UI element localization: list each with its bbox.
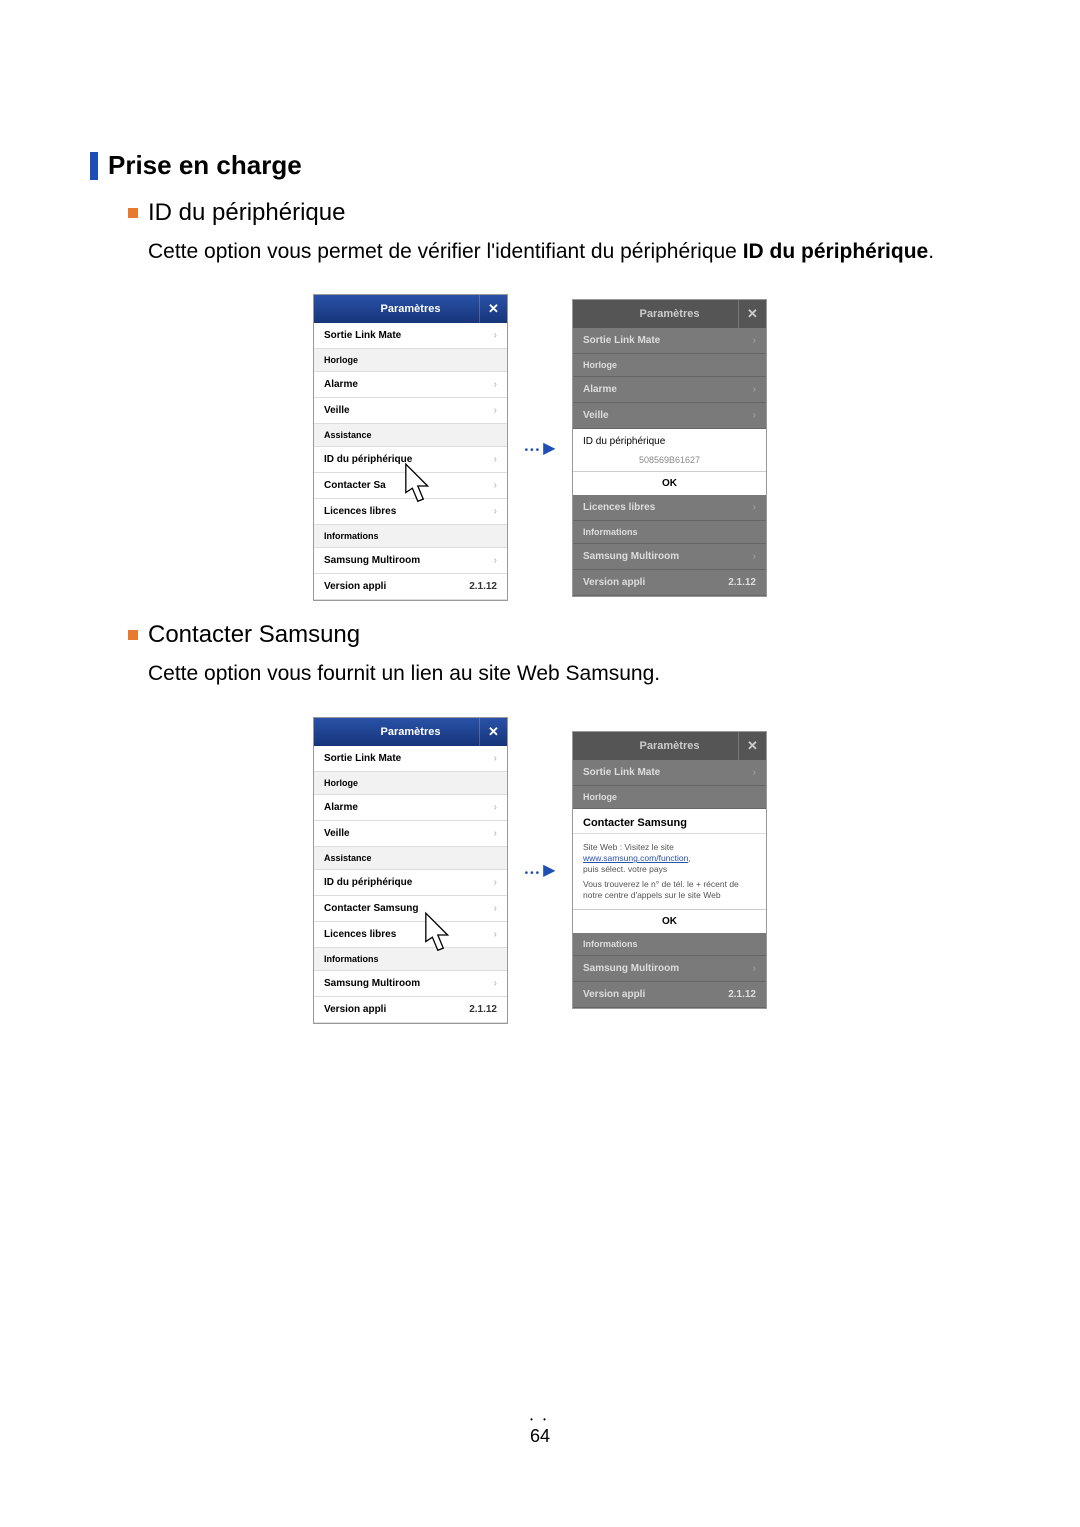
section-header-informations: Informations: [314, 948, 507, 971]
screen-header: Paramètres ✕: [314, 718, 507, 746]
screen-header: Paramètres ✕: [573, 732, 766, 760]
menu-item-licences[interactable]: Licences libres›: [314, 499, 507, 525]
menu-item-version: Version appli2.1.12: [573, 570, 766, 596]
section-header-informations: Informations: [314, 525, 507, 548]
figure-row-id: Paramètres ✕ Sortie Link Mate› Horloge A…: [90, 294, 990, 601]
chevron-right-icon: ›: [494, 480, 497, 491]
menu-item-version: Version appli2.1.12: [314, 574, 507, 600]
section-header-horloge: Horloge: [573, 354, 766, 377]
chevron-right-icon: ›: [494, 802, 497, 813]
subsection-bullet: [128, 630, 138, 640]
settings-screen-before: Paramètres ✕ Sortie Link Mate› Horloge A…: [313, 717, 508, 1024]
popup-contact-samsung: Contacter Samsung Site Web : Visitez le …: [573, 809, 766, 933]
section-header-horloge: Horloge: [573, 786, 766, 809]
transition-arrow-icon: ▶: [508, 437, 572, 458]
chevron-right-icon: ›: [494, 929, 497, 940]
chevron-right-icon: ›: [494, 454, 497, 465]
menu-item-veille: Veille›: [573, 403, 766, 429]
popup-title: ID du périphérique: [573, 429, 766, 451]
close-icon[interactable]: ✕: [479, 295, 507, 323]
section-header-informations: Informations: [573, 933, 766, 956]
menu-item-multiroom: Samsung Multiroom›: [573, 956, 766, 982]
menu-item-sortie[interactable]: Sortie Link Mate›: [314, 323, 507, 349]
chevron-right-icon: ›: [494, 379, 497, 390]
subsection-description: Cette option vous permet de vérifier l'i…: [148, 237, 990, 266]
page-title: Prise en charge: [108, 150, 302, 181]
menu-item-alarme[interactable]: Alarme›: [314, 372, 507, 398]
subsection-title: Contacter Samsung: [148, 621, 360, 649]
close-icon[interactable]: ✕: [479, 718, 507, 746]
menu-item-licences: Licences libres›: [573, 495, 766, 521]
menu-item-multiroom: Samsung Multiroom›: [573, 544, 766, 570]
menu-item-id[interactable]: ID du périphérique›: [314, 870, 507, 896]
section-bar: [90, 152, 98, 180]
menu-item-version: Version appli2.1.12: [573, 982, 766, 1008]
menu-item-licences[interactable]: Licences libres›: [314, 922, 507, 948]
chevron-right-icon: ›: [494, 828, 497, 839]
subsection-description: Cette option vous fournit un lien au sit…: [148, 659, 990, 688]
menu-item-sortie: Sortie Link Mate›: [573, 760, 766, 786]
close-icon[interactable]: ✕: [738, 300, 766, 328]
ok-button[interactable]: OK: [573, 471, 766, 495]
menu-item-alarme[interactable]: Alarme›: [314, 795, 507, 821]
menu-item-multiroom[interactable]: Samsung Multiroom›: [314, 971, 507, 997]
popup-body: Site Web : Visitez le site www.samsung.c…: [573, 834, 766, 909]
subsection-bullet: [128, 208, 138, 218]
section-header-assistance: Assistance: [314, 424, 507, 447]
close-icon[interactable]: ✕: [738, 732, 766, 760]
screen-header: Paramètres ✕: [314, 295, 507, 323]
chevron-right-icon: ›: [494, 555, 497, 566]
settings-screen-after: Paramètres ✕ Sortie Link Mate› Horloge C…: [572, 731, 767, 1009]
settings-screen-before: Paramètres ✕ Sortie Link Mate› Horloge A…: [313, 294, 508, 601]
figure-row-contact: Paramètres ✕ Sortie Link Mate› Horloge A…: [90, 717, 990, 1024]
popup-value: 508569B61627: [573, 451, 766, 471]
menu-item-alarme: Alarme›: [573, 377, 766, 403]
page-number: • • 64: [0, 1415, 1080, 1447]
chevron-right-icon: ›: [494, 405, 497, 416]
ok-button[interactable]: OK: [573, 909, 766, 933]
chevron-right-icon: ›: [494, 330, 497, 341]
section-header-informations: Informations: [573, 521, 766, 544]
chevron-right-icon: ›: [494, 506, 497, 517]
menu-item-multiroom[interactable]: Samsung Multiroom›: [314, 548, 507, 574]
subsection-title: ID du périphérique: [148, 199, 345, 227]
chevron-right-icon: ›: [494, 903, 497, 914]
transition-arrow-icon: ▶: [508, 860, 572, 881]
settings-screen-after: Paramètres ✕ Sortie Link Mate› Horloge A…: [572, 299, 767, 597]
screen-header: Paramètres ✕: [573, 300, 766, 328]
menu-item-contacter[interactable]: Contacter Samsung›: [314, 896, 507, 922]
section-header-horloge: Horloge: [314, 349, 507, 372]
menu-item-contacter[interactable]: Contacter Sa›: [314, 473, 507, 499]
popup-title: Contacter Samsung: [573, 809, 766, 834]
section-header-horloge: Horloge: [314, 772, 507, 795]
menu-item-veille[interactable]: Veille›: [314, 821, 507, 847]
section-header-assistance: Assistance: [314, 847, 507, 870]
chevron-right-icon: ›: [494, 978, 497, 989]
chevron-right-icon: ›: [494, 753, 497, 764]
menu-item-sortie[interactable]: Sortie Link Mate›: [314, 746, 507, 772]
popup-device-id: ID du périphérique 508569B61627 OK: [573, 429, 766, 495]
samsung-link[interactable]: www.samsung.com/function: [583, 853, 688, 863]
chevron-right-icon: ›: [494, 877, 497, 888]
menu-item-veille[interactable]: Veille›: [314, 398, 507, 424]
menu-item-sortie: Sortie Link Mate›: [573, 328, 766, 354]
menu-item-version: Version appli2.1.12: [314, 997, 507, 1023]
menu-item-id[interactable]: ID du périphérique›: [314, 447, 507, 473]
